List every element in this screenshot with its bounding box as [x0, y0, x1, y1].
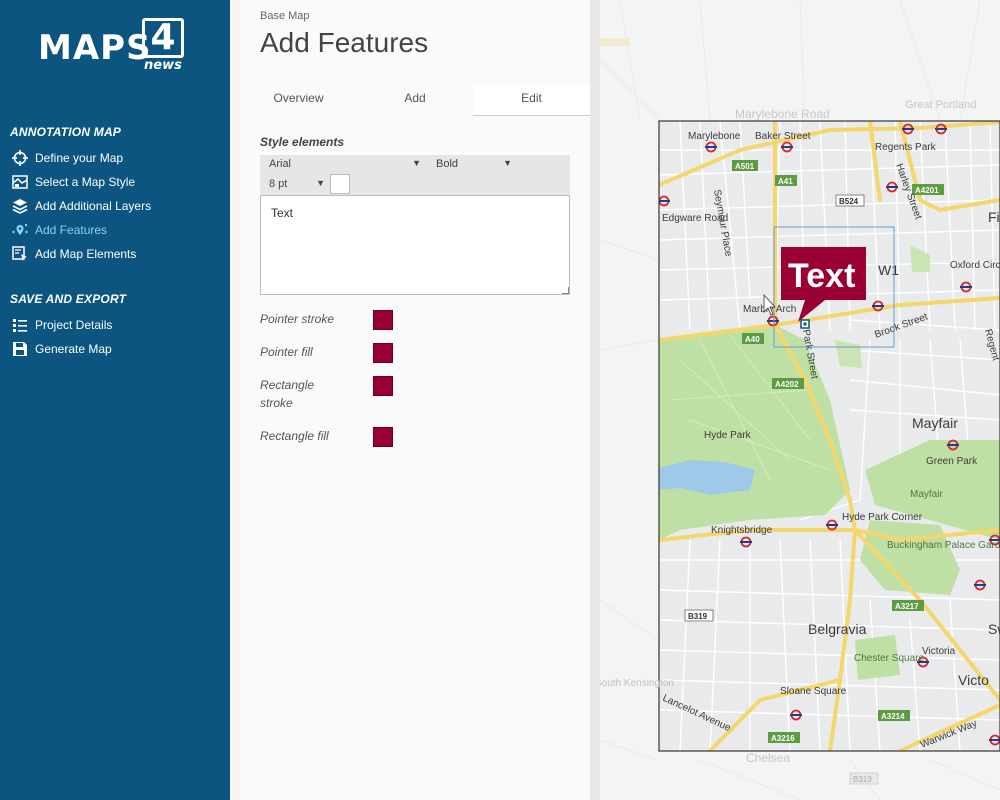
road-badge: A3217: [895, 602, 919, 611]
road-badge: A4202: [775, 380, 799, 389]
sidebar-item-label: Define your Map: [35, 151, 124, 165]
sidebar-item-define-map[interactable]: Define your Map: [12, 148, 123, 168]
road-badge: A40: [745, 335, 760, 344]
sidebar-item-label: Project Details: [35, 318, 113, 332]
road-badge: B313: [853, 775, 872, 784]
breadcrumb[interactable]: Base Map: [260, 10, 310, 22]
map-label: Chester Square: [854, 653, 924, 664]
tab-add[interactable]: Add: [357, 84, 473, 116]
road-badge: B319: [688, 612, 708, 621]
map-label: Sloane Square: [780, 686, 847, 697]
callout-text[interactable]: Text: [788, 257, 855, 295]
location-pin-icon: [12, 222, 28, 238]
sidebar-item-map-elements[interactable]: Add Map Elements: [12, 244, 136, 264]
sidebar-item-additional-layers[interactable]: Add Additional Layers: [12, 196, 151, 216]
district-label: Victo: [958, 672, 989, 688]
sidebar-item-generate-map[interactable]: Generate Map: [12, 339, 112, 359]
font-weight-value: Bold: [436, 158, 459, 170]
map-label: Hyde Park: [704, 430, 752, 441]
font-family-select[interactable]: Arial ▼: [269, 158, 421, 172]
map-label: Marylebone Road: [735, 107, 830, 121]
map-label: Buckingham Palace Gardens: [887, 540, 1000, 551]
chevron-down-icon: ▼: [503, 158, 512, 168]
panel-divider[interactable]: [590, 0, 600, 800]
save-export-title: SAVE AND EXPORT: [10, 292, 127, 306]
road-badge: A4201: [915, 186, 939, 195]
road-badge: A3216: [771, 734, 795, 743]
tab-overview[interactable]: Overview: [240, 84, 357, 116]
sidebar-item-label: Generate Map: [35, 342, 112, 356]
map-label: Great Portland: [905, 99, 977, 111]
map-elements-icon: [12, 246, 28, 262]
rectangle-fill-swatch[interactable]: [373, 427, 393, 447]
map-label: Oxford Circus: [950, 260, 1000, 271]
road-badge: A41: [778, 177, 793, 186]
logo-subtitle: news: [144, 58, 182, 73]
annotation-map-title: ANNOTATION MAP: [10, 125, 122, 139]
map-label: Green Park: [926, 456, 978, 467]
district-label: Sw: [988, 621, 1000, 637]
pointer-fill-swatch[interactable]: [373, 343, 393, 363]
pointer-fill-label: Pointer fill: [260, 345, 313, 359]
pointer-stroke-swatch[interactable]: [373, 310, 393, 330]
rectangle-stroke-label: Rectangle stroke: [260, 378, 315, 410]
district-label: Mayfair: [912, 415, 958, 431]
road-badge: B524: [839, 197, 859, 206]
map-label: Hyde Park Corner: [842, 512, 923, 523]
page-title: Add Features: [260, 27, 429, 58]
pointer-stroke-label: Pointer stroke: [260, 312, 335, 326]
map-label: Regents Park: [875, 142, 937, 153]
text-color-picker[interactable]: [330, 174, 350, 194]
district-label: W1: [878, 262, 899, 278]
district-label: Fi: [988, 209, 1000, 225]
map-label: South Kensington: [600, 678, 674, 689]
chevron-down-icon: ▼: [316, 178, 325, 188]
rectangle-fill-label: Rectangle fill: [260, 429, 329, 443]
logo-number: 4: [142, 18, 184, 58]
map-label: Knightsbridge: [711, 525, 773, 536]
layers-icon: [12, 198, 28, 214]
map-canvas[interactable]: Marylebone Road Great Portland Chelsea A…: [600, 0, 1000, 800]
logo-word: MAPS: [38, 28, 152, 68]
sidebar-item-label: Add Features: [35, 223, 108, 237]
sidebar-item-add-features[interactable]: Add Features: [12, 220, 107, 240]
rectangle-stroke-swatch[interactable]: [373, 376, 393, 396]
map-label: Baker Street: [755, 131, 811, 142]
map-label: Mayfair: [910, 489, 943, 500]
font-size-select[interactable]: 8 pt ▼: [269, 178, 325, 192]
chevron-down-icon: ▼: [412, 158, 421, 168]
sidebar: MAPS 4 news ANNOTATION MAP Define your M…: [0, 0, 230, 800]
font-weight-select[interactable]: Bold ▼: [436, 158, 512, 172]
font-size-value: 8 pt: [269, 178, 288, 190]
text-style-toolbar: Arial ▼ Bold ▼ 8 pt ▼: [260, 155, 570, 195]
style-elements-title: Style elements: [260, 135, 345, 149]
map-label: Chelsea: [746, 751, 790, 765]
map-label: Marylebone: [688, 131, 741, 142]
sidebar-item-map-style[interactable]: Select a Map Style: [12, 172, 135, 192]
crosshair-icon: [12, 150, 28, 166]
text-content-input[interactable]: Text: [260, 195, 570, 295]
list-icon: [12, 317, 28, 333]
district-label: Belgravia: [808, 621, 867, 637]
resize-handle-icon[interactable]: [562, 287, 569, 294]
road-badge: A3214: [881, 712, 905, 721]
maps4news-logo[interactable]: MAPS 4 news: [38, 18, 188, 74]
sidebar-item-label: Add Map Elements: [35, 247, 137, 261]
sidebar-item-label: Add Additional Layers: [35, 199, 152, 213]
road-badge: A501: [735, 162, 755, 171]
sidebar-item-project-details[interactable]: Project Details: [12, 315, 112, 335]
tab-edit[interactable]: Edit: [473, 84, 590, 116]
tab-bar: Overview Add Edit: [240, 84, 590, 116]
sidebar-item-label: Select a Map Style: [35, 175, 136, 189]
map-label: Victoria: [922, 646, 956, 657]
save-icon: [12, 341, 28, 357]
font-family-value: Arial: [269, 158, 292, 170]
features-panel: Base Map Add Features Overview Add Edit …: [240, 0, 590, 800]
map-style-icon: [12, 174, 28, 190]
